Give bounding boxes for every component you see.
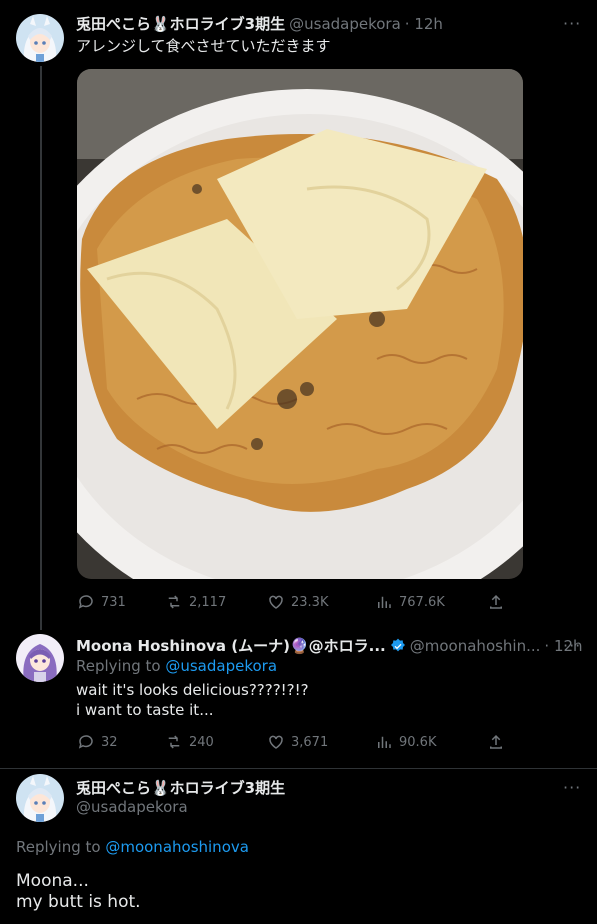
reply-count: 731 bbox=[101, 594, 126, 610]
like-count: 23.3K bbox=[291, 594, 329, 610]
retweet-button[interactable]: 2,117 bbox=[165, 593, 267, 611]
tweet-text-line1: Moona... bbox=[16, 871, 89, 891]
moona-avatar[interactable] bbox=[16, 634, 64, 682]
verified-badge-icon[interactable] bbox=[390, 638, 406, 654]
views-icon bbox=[378, 596, 391, 608]
heart-icon bbox=[269, 735, 283, 749]
retweet-count: 2,117 bbox=[189, 594, 227, 610]
tweet1-actions: 731 2,117 23.3K 767.6K bbox=[77, 593, 517, 611]
replying-to: Replying to @usadapekora bbox=[76, 657, 277, 675]
share-icon bbox=[490, 734, 502, 749]
more-options-button[interactable]: ··· bbox=[563, 778, 581, 797]
views-icon bbox=[378, 736, 391, 748]
tweet-text-line2: i want to taste it... bbox=[76, 701, 214, 719]
tweet2-actions: 32 240 3,671 90.6K bbox=[77, 733, 517, 751]
views-button[interactable]: 90.6K bbox=[375, 733, 487, 751]
replying-to-label: Replying to bbox=[16, 838, 106, 856]
like-count: 3,671 bbox=[291, 734, 329, 750]
more-options-button[interactable]: ··· bbox=[563, 14, 581, 33]
retweet-icon bbox=[168, 595, 180, 609]
tweet-text-line2: my butt is hot. bbox=[16, 892, 141, 912]
like-button[interactable]: 3,671 bbox=[267, 733, 375, 751]
author-name[interactable]: 兎田ぺこら🐰ホロライブ3期生 bbox=[76, 13, 285, 34]
divider bbox=[0, 768, 597, 769]
share-icon bbox=[490, 594, 502, 609]
tweet-text-line1: wait it's looks delicious????!?!? bbox=[76, 681, 309, 699]
food-photo-icon bbox=[77, 69, 523, 579]
reply-count: 32 bbox=[101, 734, 118, 750]
replying-to-link[interactable]: @moonahoshinova bbox=[105, 838, 249, 856]
tweet-text: アレンジして食べさせていただきます bbox=[76, 37, 331, 55]
views-button[interactable]: 767.6K bbox=[375, 593, 487, 611]
share-button[interactable] bbox=[487, 593, 505, 611]
view-count: 767.6K bbox=[399, 594, 445, 610]
reply-button[interactable]: 731 bbox=[77, 593, 165, 611]
pekora-avatar[interactable] bbox=[16, 14, 64, 62]
author-handle[interactable]: @usadapekora bbox=[289, 15, 401, 33]
tweet-photo[interactable] bbox=[77, 69, 523, 579]
thread-line bbox=[40, 66, 42, 630]
reply-button[interactable]: 32 bbox=[77, 733, 165, 751]
retweet-button[interactable]: 240 bbox=[165, 733, 267, 751]
timestamp[interactable]: · 12h bbox=[405, 15, 443, 33]
replying-to-label: Replying to bbox=[76, 657, 166, 675]
tweet2-header: Moona Hoshinova (ムーナ)🔮@ホロラ... @moonahosh… bbox=[76, 635, 583, 656]
author-name[interactable]: 兎田ぺこら🐰ホロライブ3期生 bbox=[76, 777, 285, 798]
author-name[interactable]: Moona Hoshinova (ムーナ)🔮@ホロラ... bbox=[76, 635, 386, 656]
reply-icon bbox=[78, 595, 93, 609]
share-button[interactable] bbox=[487, 733, 505, 751]
author-handle[interactable]: @moonahoshin... bbox=[410, 637, 541, 655]
view-count: 90.6K bbox=[399, 734, 437, 750]
pekora-avatar[interactable] bbox=[16, 774, 64, 822]
author-handle[interactable]: @usadapekora bbox=[76, 798, 188, 816]
tweet1-header: 兎田ぺこら🐰ホロライブ3期生 @usadapekora · 12h bbox=[76, 13, 443, 34]
reply-icon bbox=[78, 735, 93, 749]
retweet-count: 240 bbox=[189, 734, 214, 750]
heart-icon bbox=[269, 595, 283, 609]
more-options-button[interactable]: ··· bbox=[563, 636, 581, 655]
replying-to: Replying to @moonahoshinova bbox=[16, 838, 249, 856]
retweet-icon bbox=[168, 735, 180, 749]
replying-to-link[interactable]: @usadapekora bbox=[165, 657, 277, 675]
like-button[interactable]: 23.3K bbox=[267, 593, 375, 611]
